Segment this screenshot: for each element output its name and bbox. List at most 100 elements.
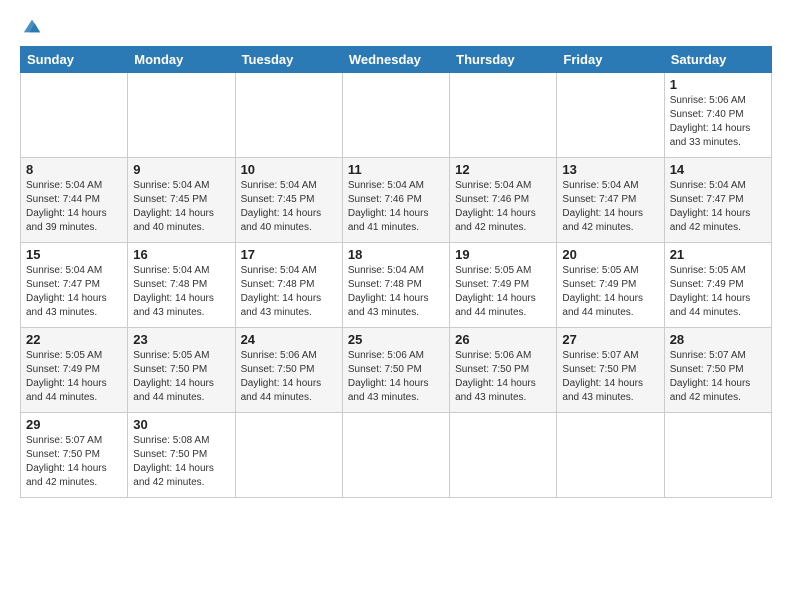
- day-number: 29: [26, 417, 122, 432]
- calendar-cell: 30 Sunrise: 5:08 AMSunset: 7:50 PMDayligh…: [128, 413, 235, 498]
- day-info: Sunrise: 5:05 AMSunset: 7:50 PMDaylight:…: [133, 349, 229, 405]
- day-number: 15: [26, 247, 122, 262]
- logo: [20, 16, 42, 36]
- day-number: 14: [670, 162, 766, 177]
- calendar-cell: [557, 73, 664, 158]
- day-info: Sunrise: 5:06 AMSunset: 7:50 PMDaylight:…: [455, 349, 551, 405]
- calendar-cell: 18 Sunrise: 5:04 AMSunset: 7:48 PMDayligh…: [342, 243, 449, 328]
- day-number: 1: [670, 77, 766, 92]
- day-number: 17: [241, 247, 337, 262]
- calendar-cell: [342, 413, 449, 498]
- day-info: Sunrise: 5:04 AMSunset: 7:48 PMDaylight:…: [348, 264, 444, 320]
- calendar: SundayMondayTuesdayWednesdayThursdayFrid…: [20, 46, 772, 498]
- header: [20, 16, 772, 36]
- day-info: Sunrise: 5:04 AMSunset: 7:47 PMDaylight:…: [26, 264, 122, 320]
- day-info: Sunrise: 5:04 AMSunset: 7:44 PMDaylight:…: [26, 179, 122, 235]
- day-info: Sunrise: 5:06 AMSunset: 7:40 PMDaylight:…: [670, 94, 766, 150]
- day-info: Sunrise: 5:04 AMSunset: 7:46 PMDaylight:…: [348, 179, 444, 235]
- calendar-cell: [128, 73, 235, 158]
- calendar-cell: 11 Sunrise: 5:04 AMSunset: 7:46 PMDayligh…: [342, 158, 449, 243]
- weekday-header-tuesday: Tuesday: [235, 47, 342, 73]
- day-info: Sunrise: 5:06 AMSunset: 7:50 PMDaylight:…: [348, 349, 444, 405]
- day-info: Sunrise: 5:05 AMSunset: 7:49 PMDaylight:…: [562, 264, 658, 320]
- day-number: 30: [133, 417, 229, 432]
- day-info: Sunrise: 5:04 AMSunset: 7:45 PMDaylight:…: [133, 179, 229, 235]
- day-number: 28: [670, 332, 766, 347]
- page: SundayMondayTuesdayWednesdayThursdayFrid…: [0, 0, 792, 612]
- day-info: Sunrise: 5:08 AMSunset: 7:50 PMDaylight:…: [133, 434, 229, 490]
- calendar-week-row: 22 Sunrise: 5:05 AMSunset: 7:49 PMDayligh…: [21, 328, 772, 413]
- calendar-cell: 15 Sunrise: 5:04 AMSunset: 7:47 PMDayligh…: [21, 243, 128, 328]
- weekday-header-wednesday: Wednesday: [342, 47, 449, 73]
- day-info: Sunrise: 5:07 AMSunset: 7:50 PMDaylight:…: [670, 349, 766, 405]
- calendar-cell: [342, 73, 449, 158]
- calendar-cell: 25 Sunrise: 5:06 AMSunset: 7:50 PMDayligh…: [342, 328, 449, 413]
- day-number: 23: [133, 332, 229, 347]
- day-info: Sunrise: 5:04 AMSunset: 7:45 PMDaylight:…: [241, 179, 337, 235]
- day-number: 9: [133, 162, 229, 177]
- calendar-cell: 12 Sunrise: 5:04 AMSunset: 7:46 PMDayligh…: [450, 158, 557, 243]
- day-info: Sunrise: 5:05 AMSunset: 7:49 PMDaylight:…: [26, 349, 122, 405]
- calendar-cell: 23 Sunrise: 5:05 AMSunset: 7:50 PMDayligh…: [128, 328, 235, 413]
- day-info: Sunrise: 5:06 AMSunset: 7:50 PMDaylight:…: [241, 349, 337, 405]
- day-number: 8: [26, 162, 122, 177]
- weekday-header-monday: Monday: [128, 47, 235, 73]
- weekday-header-friday: Friday: [557, 47, 664, 73]
- calendar-cell: 28 Sunrise: 5:07 AMSunset: 7:50 PMDayligh…: [664, 328, 771, 413]
- day-number: 22: [26, 332, 122, 347]
- calendar-week-row: 1 Sunrise: 5:06 AMSunset: 7:40 PMDaylight…: [21, 73, 772, 158]
- day-number: 19: [455, 247, 551, 262]
- weekday-header-thursday: Thursday: [450, 47, 557, 73]
- calendar-cell: 16 Sunrise: 5:04 AMSunset: 7:48 PMDayligh…: [128, 243, 235, 328]
- calendar-cell: [450, 413, 557, 498]
- day-info: Sunrise: 5:04 AMSunset: 7:48 PMDaylight:…: [133, 264, 229, 320]
- calendar-cell: [557, 413, 664, 498]
- calendar-cell: 9 Sunrise: 5:04 AMSunset: 7:45 PMDaylight…: [128, 158, 235, 243]
- day-number: 21: [670, 247, 766, 262]
- calendar-cell: [235, 73, 342, 158]
- day-info: Sunrise: 5:04 AMSunset: 7:46 PMDaylight:…: [455, 179, 551, 235]
- day-number: 24: [241, 332, 337, 347]
- day-info: Sunrise: 5:04 AMSunset: 7:47 PMDaylight:…: [562, 179, 658, 235]
- calendar-cell: 8 Sunrise: 5:04 AMSunset: 7:44 PMDaylight…: [21, 158, 128, 243]
- day-number: 25: [348, 332, 444, 347]
- calendar-cell: 1 Sunrise: 5:06 AMSunset: 7:40 PMDaylight…: [664, 73, 771, 158]
- day-number: 11: [348, 162, 444, 177]
- calendar-cell: 19 Sunrise: 5:05 AMSunset: 7:49 PMDayligh…: [450, 243, 557, 328]
- day-number: 27: [562, 332, 658, 347]
- calendar-week-row: 8 Sunrise: 5:04 AMSunset: 7:44 PMDaylight…: [21, 158, 772, 243]
- calendar-cell: 26 Sunrise: 5:06 AMSunset: 7:50 PMDayligh…: [450, 328, 557, 413]
- weekday-header-sunday: Sunday: [21, 47, 128, 73]
- day-number: 26: [455, 332, 551, 347]
- logo-icon: [22, 16, 42, 36]
- day-info: Sunrise: 5:04 AMSunset: 7:47 PMDaylight:…: [670, 179, 766, 235]
- day-info: Sunrise: 5:05 AMSunset: 7:49 PMDaylight:…: [455, 264, 551, 320]
- day-number: 13: [562, 162, 658, 177]
- calendar-cell: [235, 413, 342, 498]
- day-number: 20: [562, 247, 658, 262]
- calendar-cell: [664, 413, 771, 498]
- day-info: Sunrise: 5:05 AMSunset: 7:49 PMDaylight:…: [670, 264, 766, 320]
- calendar-cell: 13 Sunrise: 5:04 AMSunset: 7:47 PMDayligh…: [557, 158, 664, 243]
- calendar-cell: 27 Sunrise: 5:07 AMSunset: 7:50 PMDayligh…: [557, 328, 664, 413]
- calendar-week-row: 15 Sunrise: 5:04 AMSunset: 7:47 PMDayligh…: [21, 243, 772, 328]
- calendar-cell: [21, 73, 128, 158]
- calendar-cell: 24 Sunrise: 5:06 AMSunset: 7:50 PMDayligh…: [235, 328, 342, 413]
- calendar-cell: 22 Sunrise: 5:05 AMSunset: 7:49 PMDayligh…: [21, 328, 128, 413]
- weekday-header-row: SundayMondayTuesdayWednesdayThursdayFrid…: [21, 47, 772, 73]
- day-number: 18: [348, 247, 444, 262]
- day-info: Sunrise: 5:04 AMSunset: 7:48 PMDaylight:…: [241, 264, 337, 320]
- calendar-week-row: 29 Sunrise: 5:07 AMSunset: 7:50 PMDayligh…: [21, 413, 772, 498]
- calendar-cell: 20 Sunrise: 5:05 AMSunset: 7:49 PMDayligh…: [557, 243, 664, 328]
- day-info: Sunrise: 5:07 AMSunset: 7:50 PMDaylight:…: [562, 349, 658, 405]
- day-info: Sunrise: 5:07 AMSunset: 7:50 PMDaylight:…: [26, 434, 122, 490]
- weekday-header-saturday: Saturday: [664, 47, 771, 73]
- calendar-cell: 29 Sunrise: 5:07 AMSunset: 7:50 PMDayligh…: [21, 413, 128, 498]
- day-number: 10: [241, 162, 337, 177]
- calendar-cell: [450, 73, 557, 158]
- day-number: 12: [455, 162, 551, 177]
- day-number: 16: [133, 247, 229, 262]
- calendar-cell: 21 Sunrise: 5:05 AMSunset: 7:49 PMDayligh…: [664, 243, 771, 328]
- calendar-cell: 10 Sunrise: 5:04 AMSunset: 7:45 PMDayligh…: [235, 158, 342, 243]
- calendar-cell: 17 Sunrise: 5:04 AMSunset: 7:48 PMDayligh…: [235, 243, 342, 328]
